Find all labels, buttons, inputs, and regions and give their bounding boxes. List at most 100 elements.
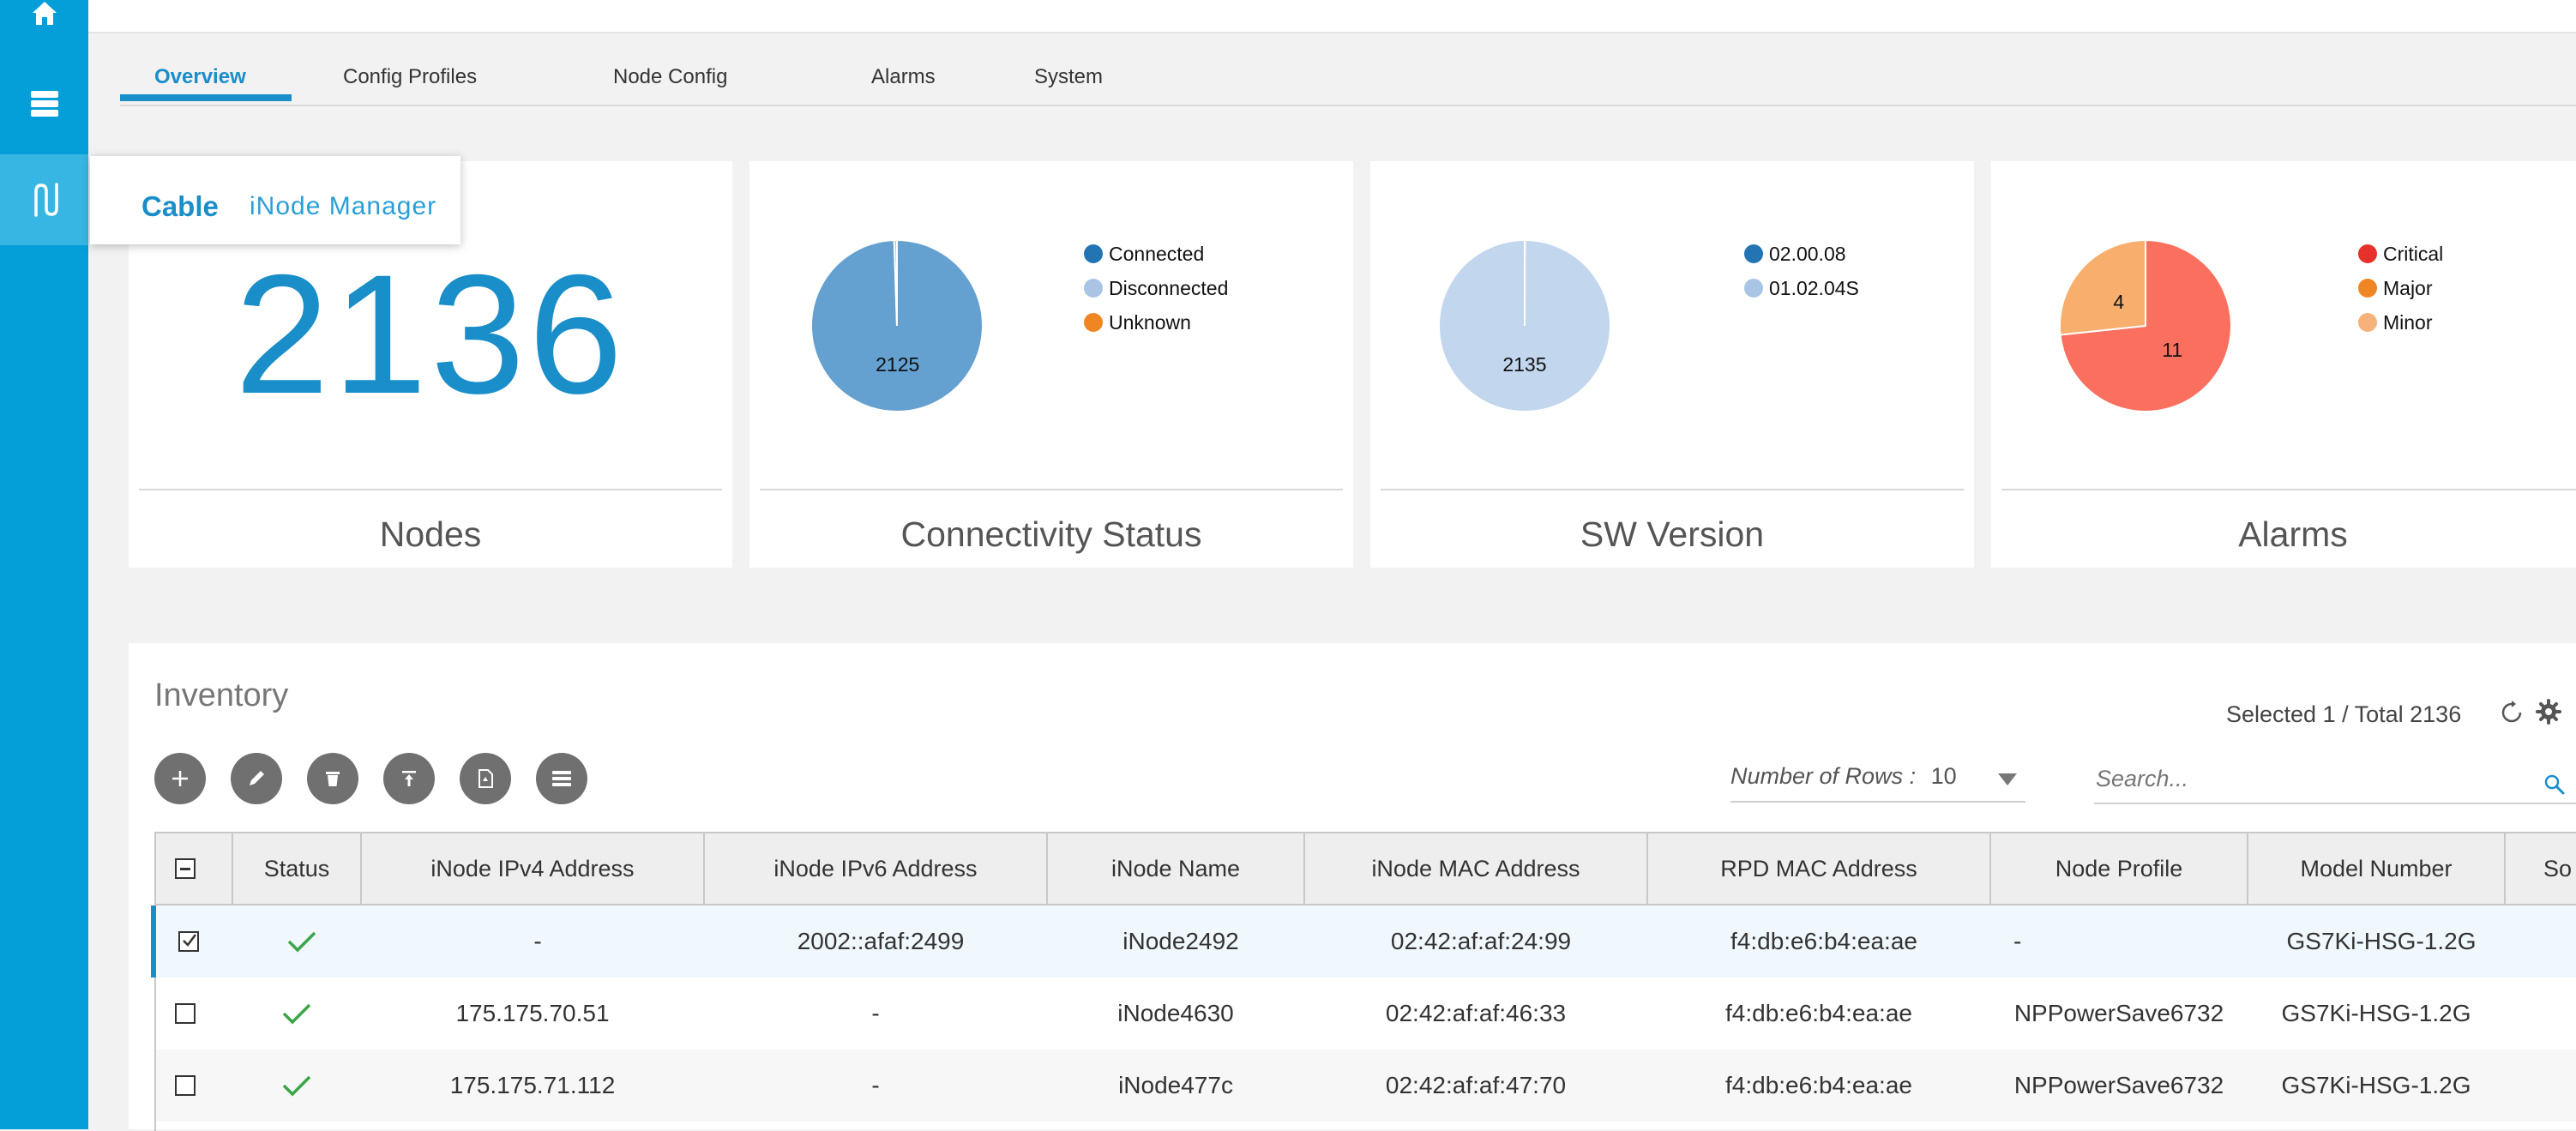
column-header-name[interactable]: iNode Name bbox=[1048, 833, 1305, 904]
app-switcher-popover: Cable iNode Manager bbox=[90, 156, 460, 244]
mac-cell: 02:42:af:af:47:70 bbox=[1305, 1050, 1646, 1122]
sw-version-card[interactable]: 2135 02.00.08 01.02.04S SW Version bbox=[1370, 161, 1974, 568]
status-cell bbox=[233, 1050, 360, 1122]
nav-inventory-button[interactable] bbox=[0, 58, 88, 149]
ipv6-cell: - bbox=[705, 978, 1046, 1050]
card-divider bbox=[1381, 489, 1964, 490]
inode-manager-menu-item[interactable]: iNode Manager bbox=[250, 192, 436, 221]
rpd-mac-cell: f4:db:e6:b4:ea:ae bbox=[1653, 905, 1995, 978]
card-divider bbox=[2001, 489, 2576, 490]
legend-item: 02.00.08 bbox=[1744, 237, 1859, 271]
ipv6-cell: 2002::afaf:2499 bbox=[710, 905, 1051, 978]
legend-swatch bbox=[1744, 244, 1763, 263]
status-cell bbox=[233, 978, 360, 1050]
selected-total-text: Selected 1 / Total 2136 bbox=[2226, 701, 2461, 727]
column-header-mac[interactable]: iNode MAC Address bbox=[1305, 833, 1648, 904]
legend-label: Critical bbox=[2383, 243, 2443, 266]
nav-cable-button[interactable] bbox=[0, 154, 88, 245]
tab-node-config[interactable]: Node Config bbox=[613, 65, 727, 89]
add-icon bbox=[170, 768, 190, 789]
model-cell: GS7Ki-HSG-1.2G bbox=[2248, 978, 2504, 1050]
legend-item: Major bbox=[2358, 271, 2443, 305]
legend-swatch bbox=[1744, 279, 1763, 298]
add-button[interactable] bbox=[154, 753, 206, 804]
name-cell: iNode2492 bbox=[1053, 905, 1309, 978]
column-header-ipv4[interactable]: iNode IPv4 Address bbox=[362, 833, 705, 904]
model-cell: GS7Ki-HSG-1.2G bbox=[2254, 905, 2509, 978]
upload-button[interactable] bbox=[383, 753, 435, 804]
nodes-count: 2136 bbox=[129, 249, 732, 420]
tab-system[interactable]: System bbox=[1034, 65, 1103, 89]
minus-icon bbox=[180, 868, 190, 870]
chevron-down-icon bbox=[1998, 773, 2017, 785]
column-header-status[interactable]: Status bbox=[233, 833, 362, 904]
legend-label: 01.02.04S bbox=[1769, 277, 1859, 300]
model-cell: GS7Ki-HSG-1.2G bbox=[2248, 1050, 2504, 1122]
refresh-icon[interactable] bbox=[2499, 700, 2525, 725]
pie-slice-01-02-04s[interactable] bbox=[1439, 240, 1610, 412]
legend-item: Unknown bbox=[1084, 305, 1228, 340]
table-row[interactable]: 175.175.70.51 - iNode4630 02:42:af:af:46… bbox=[156, 978, 2576, 1050]
connectivity-card[interactable]: 2125 Connected Disconnected Unknown Conn… bbox=[749, 161, 1353, 568]
table-header: Status iNode IPv4 Address iNode IPv6 Add… bbox=[156, 833, 2576, 905]
row-checkbox[interactable] bbox=[175, 1075, 196, 1096]
column-header-ipv6[interactable]: iNode IPv6 Address bbox=[705, 833, 1048, 904]
tab-overview[interactable]: Overview bbox=[154, 65, 246, 89]
tab-config-profiles[interactable]: Config Profiles bbox=[343, 65, 477, 89]
legend-label: Minor bbox=[2383, 311, 2433, 334]
ipv4-cell: 175.175.70.51 bbox=[362, 978, 703, 1050]
edit-icon bbox=[246, 768, 267, 789]
cable-menu-item[interactable]: Cable bbox=[141, 190, 219, 223]
name-cell: iNode477c bbox=[1048, 1050, 1303, 1122]
delete-button[interactable] bbox=[307, 753, 358, 804]
upload-icon bbox=[399, 768, 419, 789]
home-icon bbox=[30, 0, 59, 27]
column-header-model[interactable]: Model Number bbox=[2248, 833, 2506, 904]
column-header-rpd-mac[interactable]: RPD MAC Address bbox=[1648, 833, 1991, 904]
connected-check-icon bbox=[281, 1002, 312, 1026]
row-checkbox[interactable] bbox=[178, 931, 199, 952]
profile-cell: NPPowerSave6732 bbox=[1991, 978, 2247, 1050]
alarms-card[interactable]: 114 Critical Major Minor Alarms bbox=[1991, 161, 2576, 568]
check-icon bbox=[180, 931, 199, 950]
search-icon[interactable] bbox=[2543, 773, 2566, 796]
column-header-profile[interactable]: Node Profile bbox=[1991, 833, 2248, 904]
legend-swatch bbox=[2358, 279, 2377, 298]
mac-cell: 02:42:af:af:46:33 bbox=[1305, 978, 1646, 1050]
connected-check-icon bbox=[286, 929, 317, 954]
rows-per-page-select[interactable]: Number of Rows : 10 bbox=[1730, 763, 2025, 803]
column-header-more[interactable]: So bbox=[2506, 833, 2576, 904]
legend-item: Disconnected bbox=[1084, 271, 1228, 305]
pie-data-label: 2125 bbox=[876, 353, 919, 376]
tab-alarms[interactable]: Alarms bbox=[871, 65, 936, 89]
table-row[interactable]: 175.175.71.112 - iNode477c 02:42:af:af:4… bbox=[156, 1050, 2576, 1122]
list-view-button[interactable] bbox=[536, 753, 587, 804]
legend-item: Connected bbox=[1084, 237, 1228, 271]
ipv6-cell: - bbox=[705, 1050, 1046, 1122]
rows-value: 10 bbox=[1931, 763, 1957, 789]
connectivity-card-title: Connectivity Status bbox=[749, 514, 1353, 555]
pie-data-label: 4 bbox=[2113, 291, 2124, 313]
top-header bbox=[88, 0, 2576, 33]
gear-icon[interactable] bbox=[2535, 698, 2562, 725]
sidebar-nav bbox=[0, 0, 88, 1129]
edit-button[interactable] bbox=[231, 753, 282, 804]
legend-label: Major bbox=[2383, 277, 2433, 300]
active-tab-indicator bbox=[120, 94, 292, 101]
search-input[interactable] bbox=[2094, 763, 2499, 794]
table-row[interactable]: - 2002::afaf:2499 iNode2492 02:42:af:af:… bbox=[151, 905, 2576, 978]
row-checkbox[interactable] bbox=[175, 1003, 196, 1024]
profile-cell: - bbox=[2013, 905, 2269, 978]
inventory-table: Status iNode IPv4 Address iNode IPv6 Add… bbox=[154, 832, 2576, 1131]
pie-slice-minor[interactable] bbox=[2060, 240, 2146, 334]
status-cell bbox=[238, 905, 365, 978]
legend-label: Unknown bbox=[1109, 311, 1191, 334]
nav-home-button[interactable] bbox=[0, 0, 88, 58]
select-all-checkbox[interactable] bbox=[175, 858, 196, 879]
legend-swatch bbox=[2358, 244, 2377, 263]
inventory-panel: Inventory Selected 1 / Total 2136 Number… bbox=[129, 643, 2576, 1129]
alarms-legend: Critical Major Minor bbox=[2358, 237, 2443, 340]
legend-item: Critical bbox=[2358, 237, 2443, 271]
export-button[interactable] bbox=[460, 753, 511, 804]
inventory-title: Inventory bbox=[154, 677, 288, 714]
